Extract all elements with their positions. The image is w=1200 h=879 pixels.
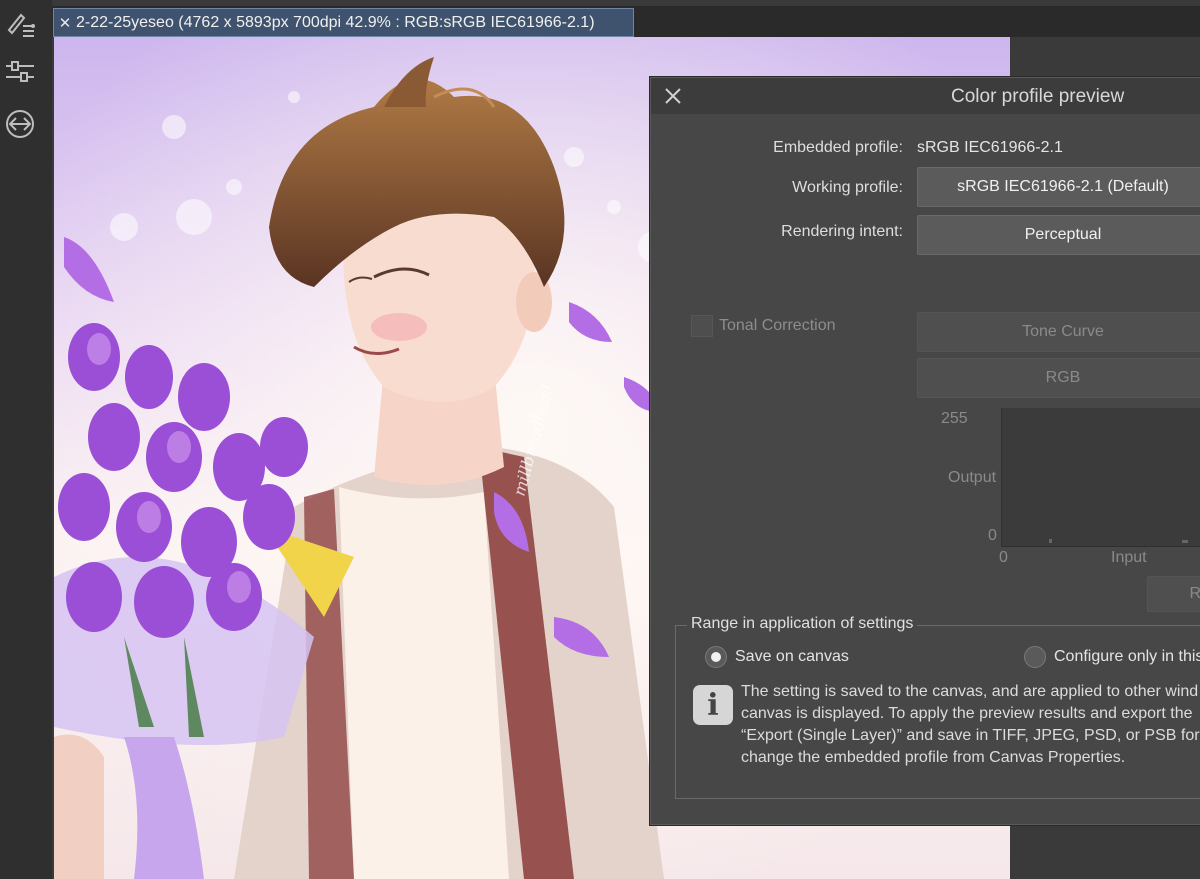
configure-only-label: Configure only in this [1054,648,1200,665]
graph-x-min: 0 [999,549,1008,566]
tool-strip [0,0,53,879]
sliders-icon[interactable] [4,56,36,88]
range-legend: Range in application of settings [687,615,918,633]
brush-settings-icon[interactable] [4,6,36,38]
graph-y-min: 0 [988,527,997,544]
graph-x-label: Input [1111,549,1147,566]
info-icon: i [693,685,733,725]
info-text-line-3: “Export (Single Layer)” and save in TIFF… [741,727,1200,744]
working-profile-dropdown[interactable]: sRGB IEC61966-2.1 (Default) [917,167,1200,207]
rendering-intent-dropdown[interactable]: Perceptual [917,215,1200,255]
tone-curve-dropdown[interactable]: Tone Curve [917,312,1200,352]
channel-label: RGB [1045,369,1081,386]
save-on-canvas-radio[interactable] [705,646,727,668]
tone-curve-graph[interactable] [1001,408,1200,547]
configure-only-radio[interactable] [1024,646,1046,668]
embedded-profile-label: Embedded profile: [773,139,903,156]
dialog-title: Color profile preview [951,86,1125,107]
tab-title: 2-22-25yeseo (4762 x 5893px 700dpi 42.9%… [76,13,595,31]
info-text-line-4: change the embedded profile from Canvas … [741,749,1126,766]
info-text-line-2: canvas is displayed. To apply the previe… [741,705,1193,722]
info-text-line-1: The setting is saved to the canvas, and … [741,683,1199,700]
tab-bar: ✕ 2-22-25yeseo (4762 x 5893px 700dpi 42.… [52,0,1200,37]
save-on-canvas-label: Save on canvas [735,648,849,665]
channel-dropdown[interactable]: RGB [917,358,1200,398]
working-profile-value: sRGB IEC61966-2.1 (Default) [957,178,1169,195]
color-profile-dialog: Color profile preview Embedded profile: … [650,77,1200,825]
transfer-icon[interactable] [4,108,36,140]
rendering-intent-label: Rendering intent: [781,223,903,240]
tab-document[interactable]: ✕ 2-22-25yeseo (4762 x 5893px 700dpi 42.… [53,8,634,37]
tab-close-icon[interactable]: ✕ [54,14,76,32]
working-profile-label: Working profile: [792,179,903,196]
reset-button-label: Re [1189,585,1200,602]
graph-y-max: 255 [941,410,968,427]
tonal-correction-checkbox[interactable] [691,315,713,337]
embedded-profile-value: sRGB IEC61966-2.1 [917,139,1063,156]
menu-strip [52,0,1200,6]
dialog-titlebar[interactable]: Color profile preview [651,78,1200,114]
tonal-correction-label: Tonal Correction [719,317,836,334]
rendering-intent-value: Perceptual [1024,226,1102,243]
reset-button[interactable]: Re [1147,576,1200,612]
graph-y-label: Output [948,469,997,486]
tone-curve-label: Tone Curve [1022,323,1104,340]
close-icon[interactable] [661,84,685,108]
